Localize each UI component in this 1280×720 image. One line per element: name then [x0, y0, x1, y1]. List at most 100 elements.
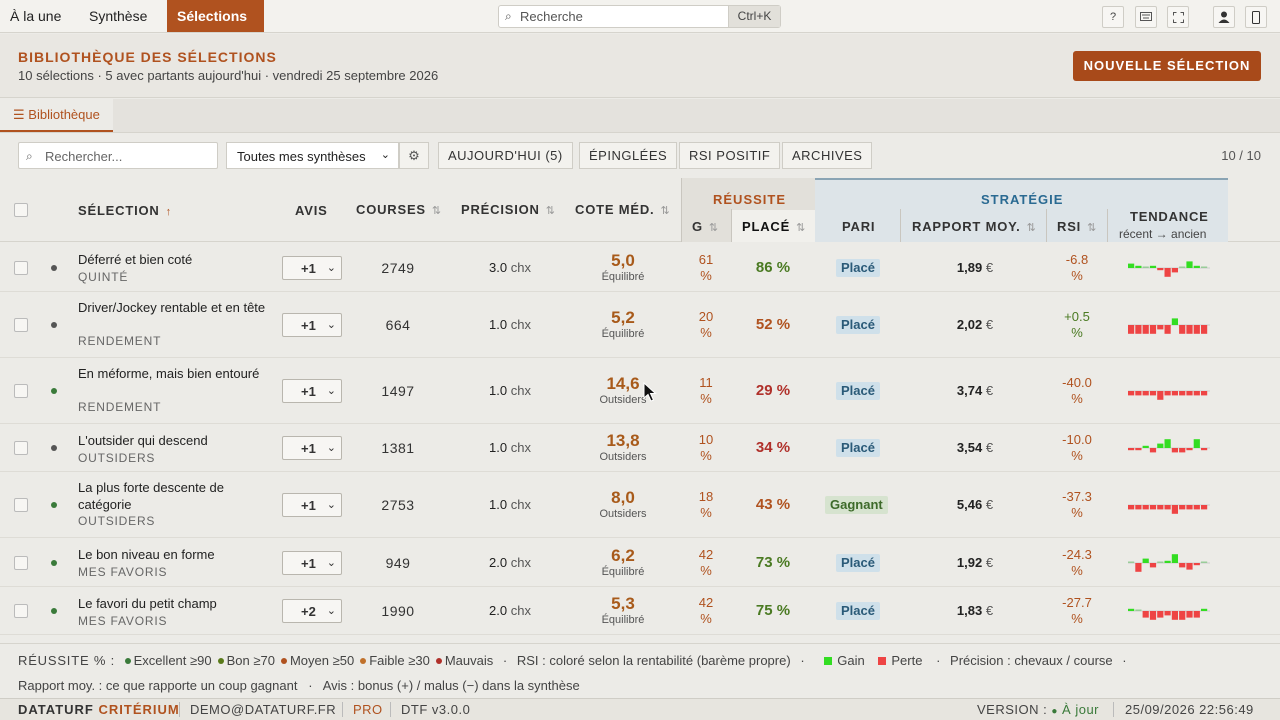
sparkline-bar: [1193, 611, 1200, 618]
table-row[interactable]: Le bon niveau en forme MES FAVORIS +1 ⌄ 949 2…: [0, 538, 1280, 587]
sort-icon: ⇅: [545, 205, 556, 217]
row-checkbox[interactable]: [14, 441, 28, 455]
g-value: 20%: [690, 309, 722, 341]
column-precision[interactable]: PRÉCISION ⇅: [461, 202, 556, 217]
row-checkbox[interactable]: [14, 498, 28, 512]
sparkline-bar: [1186, 448, 1193, 451]
brand-part-1: DATATURF: [18, 702, 94, 717]
avis-select[interactable]: +1 ⌄: [282, 551, 342, 575]
global-search-input[interactable]: ⌕ Recherche Ctrl+K: [498, 5, 781, 28]
avis-select[interactable]: +1 ⌄: [282, 379, 342, 403]
row-checkbox[interactable]: [14, 604, 28, 618]
user-email: DEMO@DATATURF.FR: [190, 702, 337, 717]
rapport-value: 2,02 €: [920, 317, 1030, 332]
trend-sparkline: [1128, 554, 1210, 572]
nav-tab-synthese[interactable]: Synthèse: [79, 0, 157, 32]
avis-select[interactable]: +2 ⌄: [282, 599, 342, 623]
nav-tab-a-la-une[interactable]: À la une: [0, 0, 71, 32]
row-checkbox[interactable]: [14, 556, 28, 570]
avis-value: +1: [301, 498, 316, 513]
column-g-label: G: [692, 219, 703, 234]
filter-archives-button[interactable]: ARCHIVES: [782, 142, 873, 169]
column-pari[interactable]: PARI: [842, 219, 875, 234]
gear-icon[interactable]: ⚙: [399, 142, 429, 169]
selection-name[interactable]: En méforme, mais bien entouré: [78, 365, 268, 382]
avis-select[interactable]: +1 ⌄: [282, 313, 342, 337]
tab-bibliotheque-label: Bibliothèque: [28, 107, 100, 122]
app-version: DTF v3.0.0: [401, 702, 471, 717]
legend-item-label: Faible ≥30: [369, 653, 430, 668]
nav-tab-selections[interactable]: Sélections: [167, 0, 264, 32]
table-row[interactable]: Déferré et bien coté QUINTÉ +1 ⌄ 2749 3.0 chx…: [0, 243, 1280, 292]
column-avis[interactable]: AVIS: [295, 203, 328, 218]
cote-label: Équilibré: [601, 566, 645, 578]
divider: [1113, 702, 1114, 717]
brand-name: DATATURF CRITÉRIUM: [18, 702, 180, 717]
user-icon[interactable]: [1213, 6, 1235, 28]
g-number: 42: [698, 595, 714, 610]
sparkline-bar: [1128, 608, 1135, 611]
rsi-number: -40.0: [1062, 375, 1092, 390]
sparkline-bar: [1179, 563, 1186, 568]
sparkline-bar: [1186, 325, 1193, 334]
precision-number: 2.0: [489, 555, 508, 570]
selection-name[interactable]: Le bon niveau en forme: [78, 546, 268, 563]
selection-name[interactable]: La plus forte descente de catégorie: [78, 479, 268, 513]
filter-pinned-button[interactable]: ÉPINGLÉES: [579, 142, 678, 169]
legend-item-label: Moyen ≥50: [289, 653, 355, 668]
column-selection-label: SÉLECTION: [78, 203, 160, 218]
avis-select[interactable]: +1 ⌄: [282, 436, 342, 460]
sort-icon: ⇅: [796, 222, 807, 234]
selection-name[interactable]: Déferré et bien coté: [78, 251, 268, 268]
table-row[interactable]: L'outsider qui descend OUTSIDERS +1 ⌄ 1381 1.…: [0, 424, 1280, 472]
sparkline-bar: [1171, 391, 1178, 396]
table-row[interactable]: En méforme, mais bien entouré RENDEMENT +1…: [0, 358, 1280, 424]
sparkline-bar: [1193, 391, 1200, 396]
filter-rsi-positive-button[interactable]: RSI POSITIF: [679, 142, 781, 169]
avis-value: +1: [301, 384, 316, 399]
column-selection[interactable]: SÉLECTION ↑: [78, 203, 172, 218]
column-rsi[interactable]: RSI ⇅: [1057, 219, 1097, 234]
column-cote[interactable]: COTE MÉD. ⇅: [575, 202, 670, 217]
page-header: BIBLIOTHÈQUE DES SÉLECTIONS 10 sélection…: [0, 34, 1280, 98]
version-label: VERSION :: [977, 702, 1048, 717]
synthesis-select[interactable]: Toutes mes synthèses ⌄: [226, 142, 399, 169]
pari-badge: Placé: [836, 602, 880, 620]
selection-name[interactable]: L'outsider qui descend: [78, 432, 268, 449]
selection-name[interactable]: Driver/Jockey rentable et en tête: [78, 299, 268, 316]
help-icon[interactable]: ?: [1102, 6, 1124, 28]
sparkline-bar: [1128, 448, 1135, 451]
row-checkbox[interactable]: [14, 318, 28, 332]
select-all-checkbox[interactable]: [14, 203, 28, 217]
sparkline-bar: [1149, 611, 1157, 620]
column-place[interactable]: PLACÉ ⇅: [742, 219, 806, 234]
filter-today-button[interactable]: AUJOURD'HUI (5): [438, 142, 573, 169]
table-row[interactable]: La plus forte descente de catégorie OUTSI…: [0, 472, 1280, 538]
status-dot: [51, 608, 57, 614]
sparkline-bar: [1157, 268, 1164, 271]
chevron-down-icon: ⌄: [326, 319, 336, 331]
column-g[interactable]: G ⇅: [692, 219, 719, 234]
column-courses[interactable]: COURSES ⇅: [356, 202, 442, 217]
phone-icon[interactable]: [1245, 6, 1267, 28]
tab-bibliotheque[interactable]: ☰ Bibliothèque: [0, 99, 113, 132]
table-row[interactable]: Driver/Jockey rentable et en tête RENDEME…: [0, 292, 1280, 358]
legend-gain: Gain: [837, 653, 865, 668]
fullscreen-icon[interactable]: [1167, 6, 1189, 28]
new-selection-button[interactable]: NOUVELLE SÉLECTION: [1073, 51, 1261, 81]
precision-unit: chx: [510, 603, 531, 618]
row-checkbox[interactable]: [14, 384, 28, 398]
column-rapport[interactable]: RAPPORT MOY. ⇅: [912, 219, 1037, 234]
avis-select[interactable]: +1 ⌄: [282, 493, 342, 517]
selection-name[interactable]: Le favori du petit champ: [78, 595, 268, 612]
row-checkbox[interactable]: [14, 261, 28, 275]
chevron-down-icon: ⌄: [326, 557, 336, 569]
trend-sparkline: [1128, 608, 1210, 620]
table-row[interactable]: Le favori du petit champ MES FAVORIS +2 ⌄ 19…: [0, 587, 1280, 635]
selection-search-input[interactable]: ⌕ Rechercher...: [18, 142, 218, 169]
sparkline-bar: [1149, 265, 1157, 268]
keyboard-icon[interactable]: [1135, 6, 1157, 28]
sparkline-bar: [1179, 325, 1186, 334]
avis-select[interactable]: +1 ⌄: [282, 256, 342, 280]
precision-number: 1.0: [489, 383, 508, 398]
